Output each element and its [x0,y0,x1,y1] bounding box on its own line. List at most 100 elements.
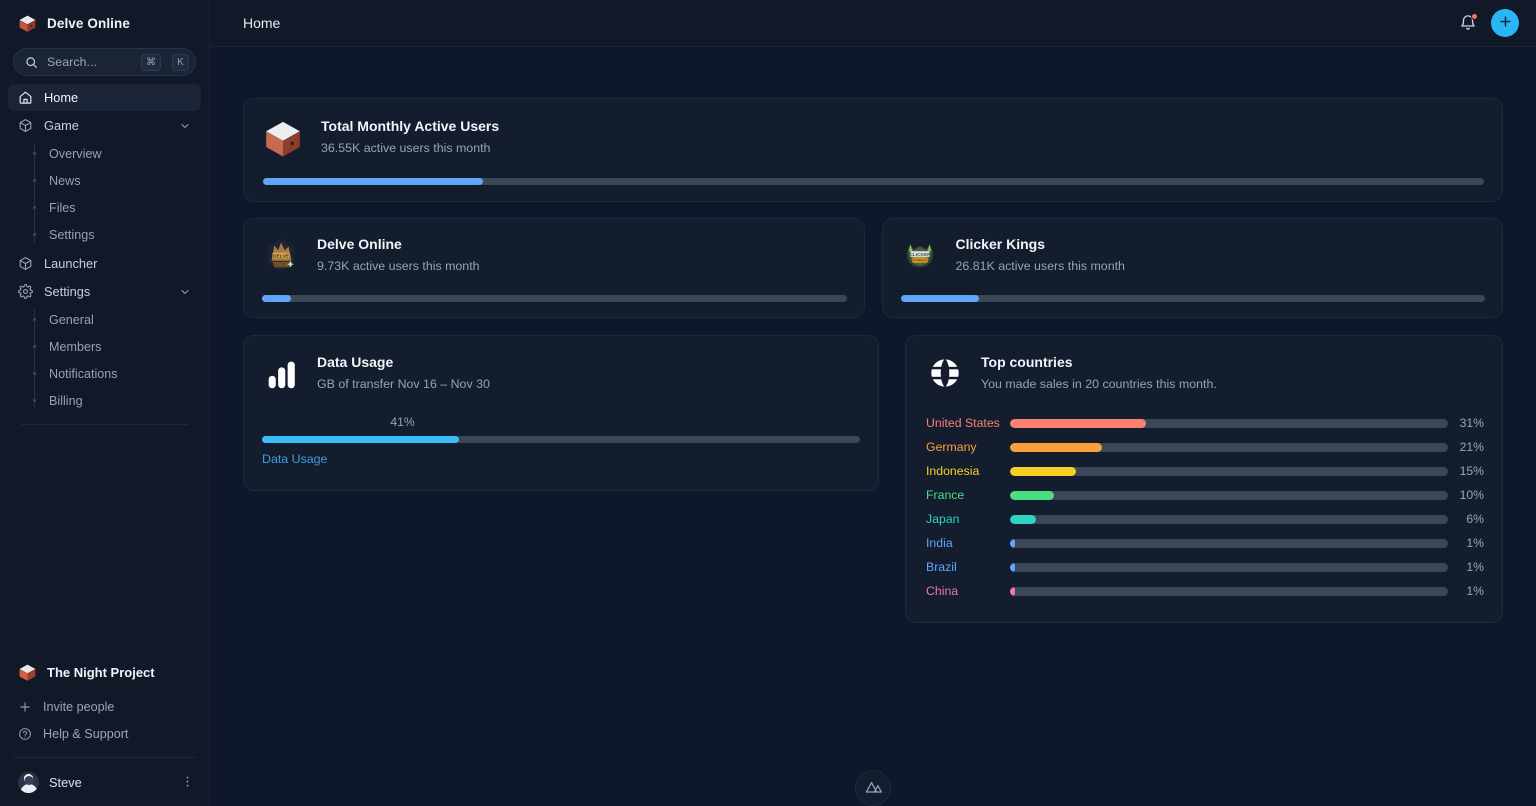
cube-icon [18,256,33,271]
question-circle-icon [18,727,32,741]
bottom-row: Data Usage GB of transfer Nov 16 – Nov 3… [243,335,1503,624]
sidebar-item-members[interactable]: Members [34,333,201,360]
card-header: Data Usage GB of transfer Nov 16 – Nov 3… [262,353,860,393]
card-header: Top countries You made sales in 20 count… [926,353,1484,393]
country-bar-fill [1010,587,1015,596]
card-title: Data Usage [317,353,490,372]
dashboard-content: Total Monthly Active Users 36.55K active… [210,47,1536,623]
add-button[interactable] [1491,9,1519,37]
sidebar-item-launcher[interactable]: Launcher [8,250,201,277]
card-subtitle: You made sales in 20 countries this mont… [981,376,1217,393]
topbar: Home [210,0,1536,47]
globe-icon [926,354,964,392]
country-bar-track [1010,563,1448,572]
progress-fill [262,295,291,302]
user-menu[interactable]: Steve [0,767,209,797]
main-area: Home [210,0,1536,806]
card-title: Total Monthly Active Users [321,117,499,136]
sidebar-item-label: Launcher [44,256,97,271]
nav-divider [21,424,188,425]
more-vertical-icon[interactable] [180,774,195,791]
country-row: Germany 21% [926,435,1484,459]
sidebar-item-billing[interactable]: Billing [34,387,201,414]
card-title: Clicker Kings [956,235,1125,254]
sidebar-item-news[interactable]: News [34,167,201,194]
chevron-down-icon[interactable] [179,286,191,298]
country-bar-fill [1010,491,1054,500]
sidebar-item-files[interactable]: Files [34,194,201,221]
sidebar-subitem-label: News [49,174,81,188]
card-subtitle: 26.81K active users this month [956,258,1125,275]
plus-icon [18,700,32,714]
gear-icon [18,284,33,299]
mini-item-label: Help & Support [43,727,128,741]
sidebar-item-game-settings[interactable]: Settings [34,221,201,248]
mini-item-label: Invite people [43,700,114,714]
country-name: Brazil [926,560,1010,574]
progress-track [262,295,847,302]
box-3d-icon [262,118,304,160]
card-text: Total Monthly Active Users 36.55K active… [321,117,499,157]
country-percent: 6% [1448,512,1484,526]
data-usage-percent-label: 41% [262,415,543,429]
sidebar-footer: The Night Project Invite people Help & S… [0,657,209,806]
country-bar-track [1010,587,1448,596]
cube-icon [18,118,33,133]
sidebar-item-game[interactable]: Game [8,112,201,139]
chevron-down-icon[interactable] [179,120,191,132]
home-icon [18,90,33,105]
country-name: Germany [926,440,1010,454]
data-usage-track [262,436,860,443]
sidebar-subitem-label: Billing [49,394,83,408]
country-bar-fill [1010,563,1015,572]
country-bar-track [1010,539,1448,548]
country-percent: 21% [1448,440,1484,454]
sidebar-subitem-label: Notifications [49,367,118,381]
sidebar-item-settings[interactable]: Settings [8,278,201,305]
bar-chart-icon [262,355,300,393]
user-divider [13,757,196,758]
data-usage-fill [262,436,459,443]
card-text: Clicker Kings 26.81K active users this m… [956,235,1125,275]
country-percent: 1% [1448,536,1484,550]
sidebar-subitem-label: Files [49,201,76,215]
game-card-delve-online[interactable]: DELVE Delve Online 9.73K active users th… [243,218,865,318]
sidebar-subitem-label: Settings [49,228,95,242]
sidebar-subitem-label: Members [49,340,101,354]
invite-people-button[interactable]: Invite people [8,693,201,720]
sidebar-item-overview[interactable]: Overview [34,140,201,167]
notification-badge-dot [1471,13,1478,20]
progress-fill [901,295,980,302]
card-subtitle: GB of transfer Nov 16 – Nov 30 [317,376,490,393]
plus-icon [1498,14,1513,32]
sidebar-item-general[interactable]: General [34,306,201,333]
mountain-logo-icon[interactable] [855,770,891,806]
project-switcher[interactable]: The Night Project [0,657,209,687]
bell-icon[interactable] [1459,14,1477,32]
game-card-clicker-kings[interactable]: CLICKER KINGS Clicker Kings 26.81K activ… [882,218,1504,318]
sidebar-item-home[interactable]: Home [8,84,201,111]
data-usage-link[interactable]: Data Usage [262,452,327,466]
sidebar-subitem-label: General [49,313,94,327]
sidebar-subitem-label: Overview [49,147,101,161]
brand[interactable]: Delve Online [0,0,209,44]
card-text: Data Usage GB of transfer Nov 16 – Nov 3… [317,353,490,393]
card-subtitle: 36.55K active users this month [321,140,499,157]
country-bar-fill [1010,443,1102,452]
progress-track [263,178,1484,185]
country-name: France [926,488,1010,502]
search-input[interactable]: Search... ⌘ K [13,48,196,76]
help-support-button[interactable]: Help & Support [8,720,201,747]
country-percent: 15% [1448,464,1484,478]
topbar-actions [1459,9,1519,37]
country-bar-list: United States31%Germany21%Indonesia15%Fr… [926,411,1484,603]
country-bar-track [1010,515,1448,524]
kbd-command: ⌘ [141,54,161,71]
country-name: United States [926,416,1010,430]
primary-nav: Home Game Overview News Files Setti [0,76,209,425]
kbd-k: K [172,54,189,71]
country-row: China1% [926,579,1484,603]
sidebar-item-notifications[interactable]: Notifications [34,360,201,387]
country-name: India [926,536,1010,550]
country-percent: 31% [1448,416,1484,430]
